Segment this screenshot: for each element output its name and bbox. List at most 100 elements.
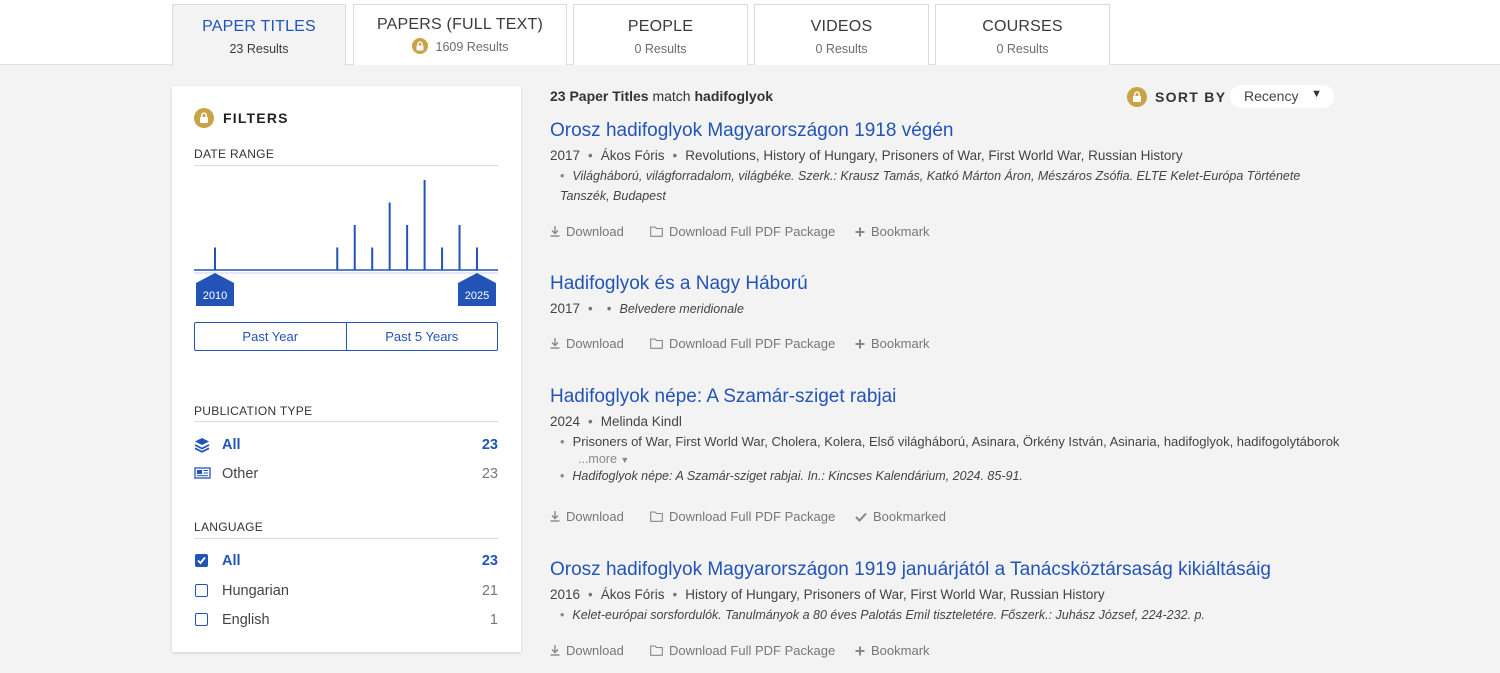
lock-icon xyxy=(194,108,214,128)
result-note: • Világháború, világforradalom, világbéke… xyxy=(560,169,1301,203)
folder-icon xyxy=(650,338,663,349)
checkbox-icon[interactable] xyxy=(195,584,208,597)
divider xyxy=(194,165,498,166)
tab-label: COURSES xyxy=(982,18,1063,35)
tab-people[interactable]: PEOPLE 0 Results xyxy=(573,4,748,65)
result-meta: 2016 • Ákos Fóris • History of Hungary, Pris… xyxy=(550,587,1105,602)
package-label: Download Full PDF Package xyxy=(669,509,836,524)
bookmark-link[interactable]: Bookmark xyxy=(855,224,930,239)
download-package-link[interactable]: Download Full PDF Package xyxy=(650,336,835,351)
language-hungarian[interactable]: Hungarian 21 xyxy=(194,580,498,604)
match-word: match xyxy=(652,88,691,104)
result-note-text: Világháború, világforradalom, világbéke.… xyxy=(560,169,1301,203)
download-link[interactable]: Download xyxy=(550,643,624,658)
result-note-text: Hadifoglyok népe: A Szamár-sziget rabjai… xyxy=(572,469,1023,483)
divider xyxy=(194,421,498,422)
language-all[interactable]: All 23 xyxy=(194,550,498,574)
result-year: 2016 xyxy=(550,587,581,602)
bookmarked-link[interactable]: Bookmarked xyxy=(855,509,946,524)
result-title[interactable]: Orosz hadifoglyok Magyarországon 1919 ja… xyxy=(550,559,1350,581)
more-label: ...more xyxy=(578,452,617,466)
result-tags: • Prisoners of War, First World War, Chol… xyxy=(560,434,1340,449)
tab-videos[interactable]: VIDEOS 0 Results xyxy=(754,4,929,65)
result-year: 2017 xyxy=(550,148,581,163)
date-presets: Past Year Past 5 Years xyxy=(194,322,498,351)
download-link[interactable]: Download xyxy=(550,509,624,524)
filter-label: All xyxy=(222,553,241,569)
filter-count: 1 xyxy=(489,612,498,628)
sort-select[interactable]: Recency ▼ xyxy=(1230,85,1334,108)
package-label: Download Full PDF Package xyxy=(669,336,836,351)
filter-label: Other xyxy=(222,466,259,482)
filter-count: 23 xyxy=(481,553,498,569)
download-label: Download xyxy=(566,224,624,239)
result-item: Hadifoglyok és a Nagy Háború 2017 • • Belve… xyxy=(550,273,1350,316)
pub-type-all[interactable]: All 23 xyxy=(194,434,498,458)
result-title[interactable]: Hadifoglyok népe: A Szamár-sziget rabjai xyxy=(550,386,1350,408)
result-author[interactable]: Ákos Fóris xyxy=(601,587,665,602)
result-title[interactable]: Orosz hadifoglyok Magyarországon 1918 vé… xyxy=(550,120,1350,142)
more-toggle[interactable]: ...more ▼ xyxy=(578,452,1350,466)
download-icon xyxy=(550,511,560,522)
filter-count: 21 xyxy=(481,583,498,599)
bookmark-label: Bookmarked xyxy=(873,509,946,524)
result-author[interactable]: Melinda Kindl xyxy=(601,414,682,429)
pub-type-other[interactable]: Other 23 xyxy=(194,463,498,487)
past-5-years-button[interactable]: Past 5 Years xyxy=(347,323,498,350)
checkbox-checked-icon[interactable] xyxy=(195,554,208,567)
past-year-button[interactable]: Past Year xyxy=(195,323,347,350)
bookmark-link[interactable]: Bookmark xyxy=(855,336,930,351)
filters-heading-text: FILTERS xyxy=(223,110,289,126)
tab-count: 0 Results xyxy=(634,42,687,56)
filters-panel: FILTERS DATE RANGE 2010 2025 Past Year P… xyxy=(172,86,521,652)
checkbox-icon[interactable] xyxy=(195,613,208,626)
newspaper-icon xyxy=(194,466,211,484)
result-note: • Hadifoglyok népe: A Szamár-sziget rabja… xyxy=(560,469,1023,483)
date-range-title: DATE RANGE xyxy=(194,147,275,161)
package-label: Download Full PDF Package xyxy=(669,224,836,239)
download-icon xyxy=(550,338,560,349)
folder-icon xyxy=(650,645,663,656)
tab-papers-full-text[interactable]: PAPERS (FULL TEXT) 1609 Results xyxy=(353,4,567,65)
result-note-text: Kelet-európai sorsfordulók. Tanulmányok … xyxy=(572,608,1205,622)
result-year: 2017 xyxy=(550,301,581,316)
bookmark-label: Bookmark xyxy=(871,643,930,658)
download-package-link[interactable]: Download Full PDF Package xyxy=(650,509,835,524)
result-author[interactable]: Ákos Fóris xyxy=(601,148,665,163)
language-english[interactable]: English 1 xyxy=(194,609,498,633)
range-start-label: 2010 xyxy=(203,290,227,302)
bookmark-label: Bookmark xyxy=(871,336,930,351)
divider xyxy=(194,538,498,539)
filter-label: English xyxy=(222,612,270,628)
package-label: Download Full PDF Package xyxy=(669,643,836,658)
caret-down-icon: ▼ xyxy=(620,455,630,465)
result-note: Belvedere meridionale xyxy=(619,302,744,316)
download-link[interactable]: Download xyxy=(550,336,624,351)
tab-paper-titles[interactable]: PAPER TITLES 23 Results xyxy=(172,4,346,66)
result-meta: 2017 • • Belvedere meridionale xyxy=(550,301,744,316)
results-count-label: 23 Paper Titles xyxy=(550,88,649,104)
folder-icon xyxy=(650,226,663,237)
download-package-link[interactable]: Download Full PDF Package xyxy=(650,224,835,239)
tab-count: 1609 Results xyxy=(435,40,509,54)
result-item: Orosz hadifoglyok Magyarországon 1919 ja… xyxy=(550,559,1350,625)
result-title[interactable]: Hadifoglyok és a Nagy Háború xyxy=(550,273,1350,295)
download-icon xyxy=(550,226,560,237)
bookmark-link[interactable]: Bookmark xyxy=(855,643,930,658)
download-package-link[interactable]: Download Full PDF Package xyxy=(650,643,835,658)
filter-label: All xyxy=(222,437,241,453)
filter-count: 23 xyxy=(481,437,498,453)
tab-courses[interactable]: COURSES 0 Results xyxy=(935,4,1110,65)
download-icon xyxy=(550,645,560,656)
result-meta: 2024 • Melinda Kindl xyxy=(550,414,682,429)
result-tags: History of Hungary, Prisoners of War, Fi… xyxy=(685,587,1105,602)
range-start-handle[interactable]: 2010 xyxy=(196,273,234,306)
language-title: LANGUAGE xyxy=(194,520,264,534)
filter-count: 23 xyxy=(481,466,498,482)
date-range-histogram[interactable]: 2010 2025 xyxy=(194,176,498,306)
download-link[interactable]: Download xyxy=(550,224,624,239)
range-end-handle[interactable]: 2025 xyxy=(458,273,496,306)
tab-label: VIDEOS xyxy=(810,18,873,35)
caret-down-icon: ▼ xyxy=(1311,88,1322,100)
publication-type-title: PUBLICATION TYPE xyxy=(194,404,313,418)
